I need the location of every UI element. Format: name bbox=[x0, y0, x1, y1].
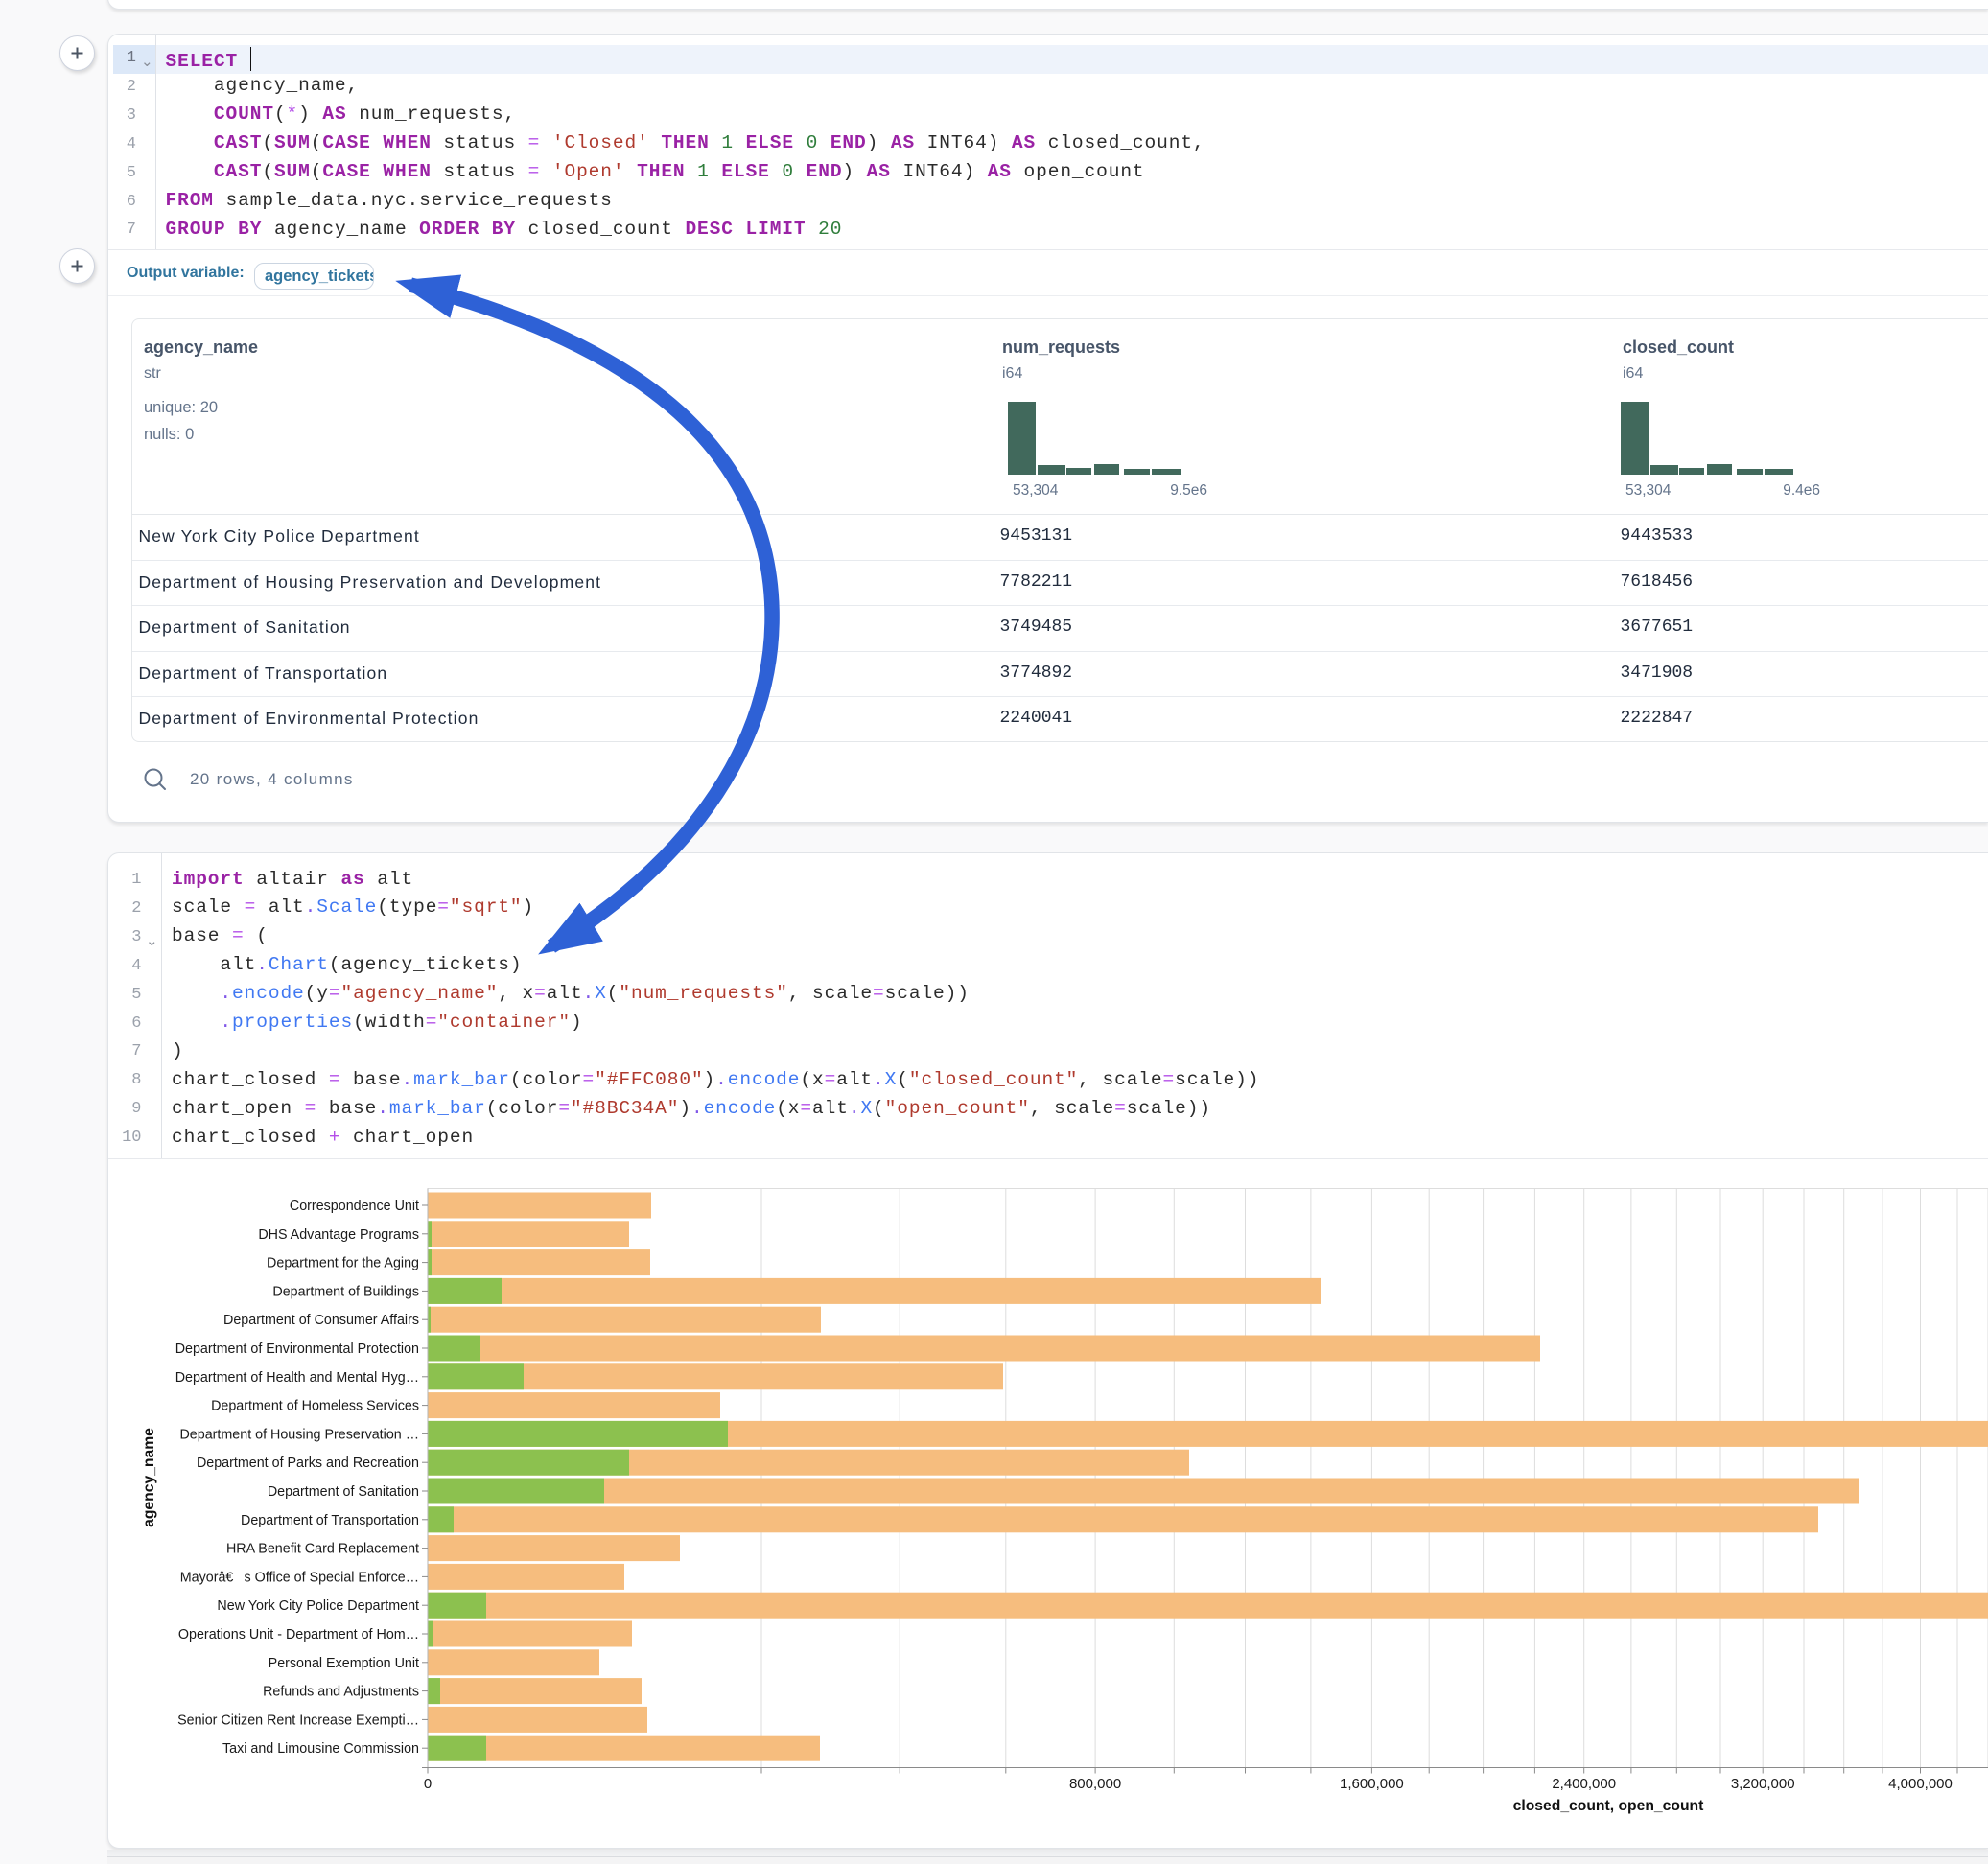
svg-text:Taxi and Limousine Commission: Taxi and Limousine Commission bbox=[222, 1741, 419, 1757]
svg-text:4,000,000: 4,000,000 bbox=[1888, 1776, 1953, 1792]
svg-text:1,600,000: 1,600,000 bbox=[1340, 1776, 1404, 1792]
svg-text:Mayorâ€ s Office of Special E: Mayorâ€ s Office of Special Enforce… bbox=[180, 1570, 419, 1585]
svg-text:800,000: 800,000 bbox=[1069, 1776, 1121, 1792]
svg-text:Department of Transportation: Department of Transportation bbox=[241, 1513, 419, 1528]
svg-text:Department of Sanitation: Department of Sanitation bbox=[268, 1484, 419, 1500]
svg-text:Correspondence Unit: Correspondence Unit bbox=[290, 1199, 419, 1214]
svg-text:Refunds and Adjustments: Refunds and Adjustments bbox=[263, 1685, 419, 1700]
svg-text:Operations Unit - Department o: Operations Unit - Department of Hom… bbox=[178, 1627, 419, 1643]
svg-text:Senior Citizen Rent Increase E: Senior Citizen Rent Increase Exempti… bbox=[177, 1713, 419, 1728]
svg-text:3,200,000: 3,200,000 bbox=[1731, 1776, 1795, 1792]
svg-text:closed_count, open_count: closed_count, open_count bbox=[1513, 1798, 1705, 1814]
svg-text:2,400,000: 2,400,000 bbox=[1552, 1776, 1616, 1792]
svg-text:HRA Benefit Card Replacement: HRA Benefit Card Replacement bbox=[226, 1542, 419, 1557]
svg-text:New York City Police Departmen: New York City Police Department bbox=[217, 1598, 419, 1614]
svg-text:Department of Housing Preserva: Department of Housing Preservation … bbox=[179, 1427, 419, 1442]
svg-text:Department of Health and Menta: Department of Health and Mental Hyg… bbox=[175, 1370, 419, 1386]
svg-text:Department of Buildings: Department of Buildings bbox=[272, 1284, 419, 1299]
svg-text:Personal Exemption Unit: Personal Exemption Unit bbox=[269, 1656, 419, 1671]
svg-text:Department for the Aging: Department for the Aging bbox=[267, 1256, 419, 1271]
svg-text:agency_name: agency_name bbox=[141, 1428, 157, 1527]
svg-text:0: 0 bbox=[424, 1776, 432, 1792]
svg-text:Department of Parks and Recrea: Department of Parks and Recreation bbox=[197, 1456, 419, 1471]
svg-text:Department of Environmental Pr: Department of Environmental Protection bbox=[175, 1341, 419, 1357]
svg-text:Department of Consumer Affairs: Department of Consumer Affairs bbox=[223, 1313, 419, 1328]
svg-text:Department of Homeless Service: Department of Homeless Services bbox=[211, 1399, 419, 1414]
svg-text:DHS Advantage Programs: DHS Advantage Programs bbox=[258, 1227, 419, 1243]
